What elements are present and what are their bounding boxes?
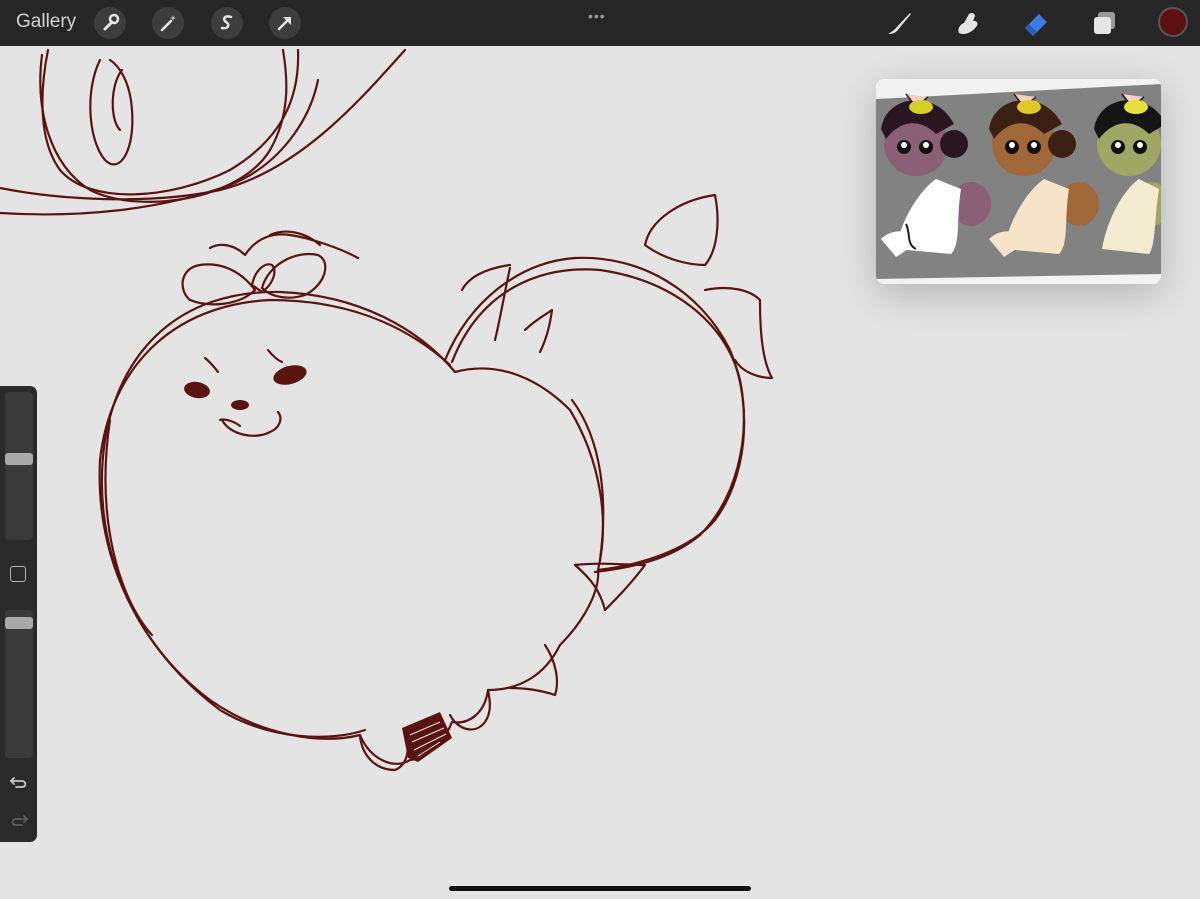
ear-leaf	[643, 193, 719, 267]
home-indicator[interactable]	[449, 886, 751, 891]
selection-s-icon	[220, 15, 233, 30]
smudge-tool-button[interactable]	[951, 6, 985, 40]
reference-image	[876, 79, 1161, 284]
foot-bump	[448, 688, 491, 731]
opacity-thumb[interactable]	[5, 617, 33, 629]
sketch-strokes	[0, 48, 774, 772]
bow-extra	[208, 233, 360, 260]
face-brow	[203, 356, 220, 374]
face-nose	[231, 400, 249, 410]
eraser-tool-button[interactable]	[1019, 6, 1053, 40]
face-eye-left	[184, 381, 210, 399]
hatched-patch	[402, 712, 452, 762]
more-options-button[interactable]: •••	[588, 8, 606, 24]
reference-window[interactable]	[876, 79, 1161, 284]
left-sidebar	[0, 386, 37, 842]
magic-wand-icon	[160, 15, 176, 32]
transform-arrow-icon	[277, 17, 291, 31]
wrench-icon	[103, 13, 120, 31]
brush-size-thumb[interactable]	[5, 453, 33, 465]
sketch-arc	[41, 48, 300, 196]
layers-icon	[1094, 12, 1115, 34]
brush-tool-button[interactable]	[882, 6, 916, 40]
face-brow	[266, 348, 284, 364]
modify-square-icon[interactable]	[10, 566, 26, 582]
ear-leaf	[508, 643, 559, 697]
ear-leaf	[703, 286, 774, 380]
brush-size-slider[interactable]	[5, 392, 33, 540]
actions-button[interactable]	[94, 7, 126, 39]
blob-outline	[100, 290, 605, 765]
brush-icon	[888, 13, 911, 34]
adjustments-button[interactable]	[152, 7, 184, 39]
undo-icon[interactable]	[8, 772, 30, 792]
blob-outline-pass	[98, 298, 452, 738]
layers-button[interactable]	[1088, 6, 1122, 40]
gallery-button[interactable]: Gallery	[16, 11, 76, 33]
sketch-arc	[111, 68, 124, 132]
lobe-outline-pass	[493, 266, 512, 342]
sketch-arc	[0, 48, 407, 201]
foot-bump	[358, 734, 410, 772]
bow-loop	[181, 263, 257, 306]
sketch-arc	[89, 58, 134, 166]
smudge-icon	[958, 12, 978, 35]
lobe-outline-pass	[450, 268, 745, 574]
selection-button[interactable]	[211, 7, 243, 39]
lobe-outline-pass	[523, 308, 554, 354]
face-eye-right	[273, 365, 307, 385]
top-toolbar: Gallery •••	[0, 0, 1200, 46]
transform-button[interactable]	[269, 7, 301, 39]
face-mouth	[220, 410, 282, 437]
eraser-icon	[1025, 14, 1047, 36]
opacity-slider[interactable]	[5, 610, 33, 758]
color-swatch-button[interactable]	[1158, 7, 1188, 37]
redo-icon[interactable]	[8, 810, 30, 830]
